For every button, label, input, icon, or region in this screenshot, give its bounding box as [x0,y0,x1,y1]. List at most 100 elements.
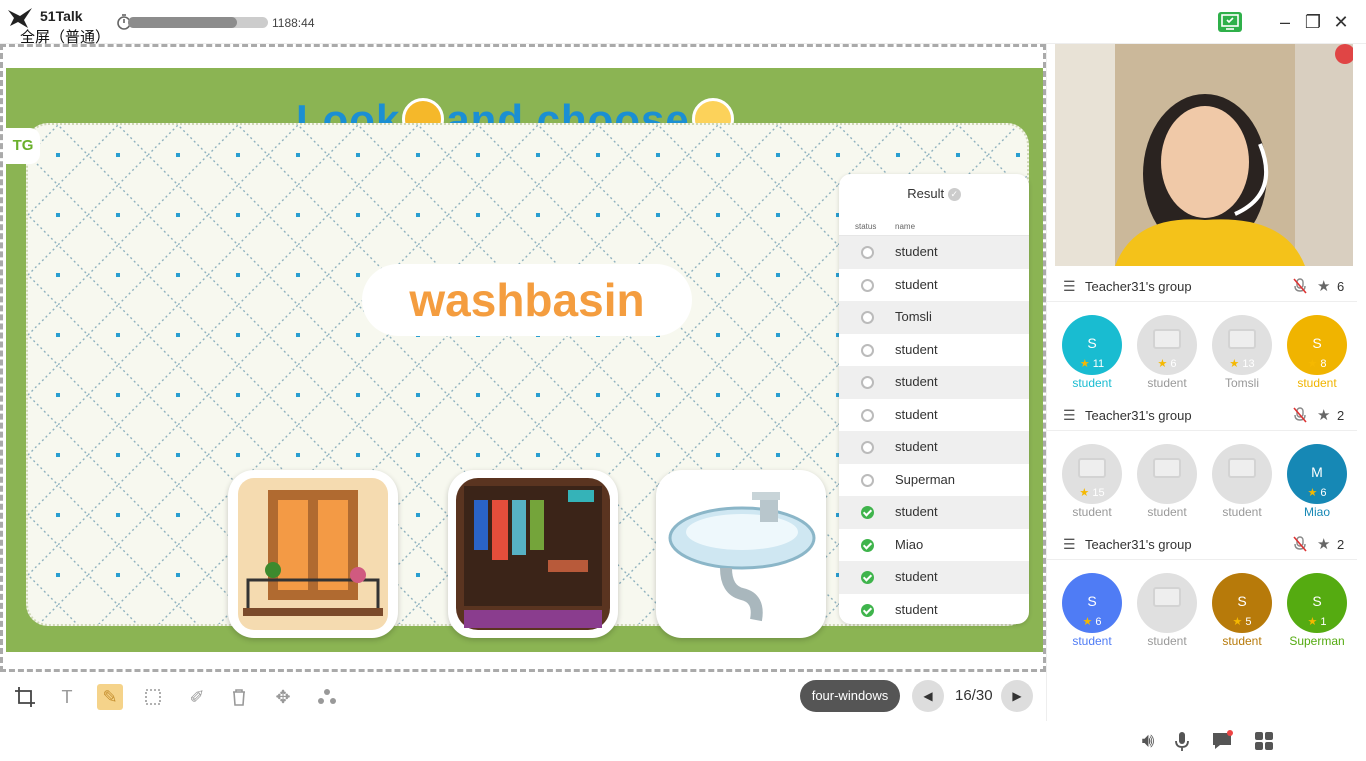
group-name: Teacher31's group [1085,537,1192,552]
balcony-image [238,478,388,630]
result-student-name: student [895,439,938,454]
student-avatar[interactable]: S ★ 1 [1287,573,1347,633]
screen-share-icon[interactable] [1218,12,1242,32]
offline-screen-icon [1153,329,1181,349]
star-icon: ★ [1079,487,1090,499]
student-name: student [1147,376,1187,390]
student-score: ★ 1 [1287,615,1347,628]
offline-screen-icon [1153,587,1181,607]
result-student-name: Tomsli [895,309,932,324]
speaker-icon[interactable]: 🔊︎ [1135,728,1161,754]
check-icon [861,506,874,519]
star-icon: ★ [1232,616,1243,628]
result-row: student [839,236,1029,269]
status-circle-icon [861,278,874,292]
student-avatar[interactable] [1137,444,1197,504]
status-circle-icon [861,311,874,324]
student-avatar[interactable] [1137,573,1197,633]
result-row: student [839,496,1029,529]
move-icon[interactable]: ✥ [270,684,296,710]
chevron-down-icon[interactable]: ✓ [947,188,961,202]
maximize-icon[interactable]: ❐ [1302,12,1324,34]
minimize-icon[interactable]: – [1274,12,1296,34]
group-icon[interactable] [314,684,340,710]
check-icon [861,538,874,552]
rectangle-icon[interactable] [140,684,166,710]
mic-muted-icon[interactable] [1293,278,1307,297]
student-avatar[interactable]: S ★ 8 [1287,315,1347,375]
elapsed-time: 1188:44 [272,16,315,30]
group-header: ☰ Teacher31's group ★ 2 [1047,530,1357,560]
student-score: ★ 8 [1287,357,1347,370]
four-windows-button[interactable]: four-windows [800,680,900,712]
result-row: student [839,594,1029,627]
menu-icon[interactable]: ☰ [1063,536,1076,553]
mic-muted-icon[interactable] [1293,407,1307,426]
close-icon[interactable]: ✕ [1330,12,1352,34]
student-avatar[interactable]: M ★ 6 [1287,444,1347,504]
student-avatar[interactable]: S ★ 6 [1062,573,1122,633]
group-name: Teacher31's group [1085,279,1192,294]
score-value: 1 [1320,616,1327,628]
student-avatar[interactable]: ★ 13 [1212,315,1272,375]
pen-icon[interactable]: ✎ [97,684,123,710]
mic-muted-icon[interactable] [1293,536,1307,555]
student-avatar[interactable]: ★ 15 [1062,444,1122,504]
result-student-name: Miao [895,536,924,552]
student-name: student [1072,505,1112,519]
star-icon: ★ [1307,616,1318,628]
washbasin-image [668,492,816,622]
star-icon: ★ [1229,358,1240,370]
student-avatar[interactable]: ★ 6 [1137,315,1197,375]
grid-icon[interactable] [1251,728,1277,754]
group-star-count: 2 [1337,537,1345,552]
result-student-name: Superman [895,471,955,487]
student-avatar[interactable] [1212,444,1272,504]
menu-icon[interactable]: ☰ [1063,278,1076,295]
result-list: student student Tomsli student student studen… [839,236,1029,626]
choice-card-washbasin[interactable] [656,470,826,638]
prev-page-button[interactable]: ◀ [912,680,944,712]
result-col-name: name [895,222,916,231]
result-row: Tomsli [839,301,1029,334]
group-header: ☰ Teacher31's group ★ 2 [1047,401,1357,431]
score-value: 13 [1242,358,1255,370]
star-icon[interactable]: ★ [1317,406,1330,424]
status-circle-icon [861,343,874,357]
choice-card-balcony[interactable] [228,470,398,638]
avatar-initial: S [1312,593,1322,609]
group-star-count: 2 [1337,408,1345,423]
tg-badge[interactable]: TG [6,128,40,164]
text-icon[interactable]: T [54,684,80,710]
avatar-initial: S [1087,593,1097,609]
star-icon[interactable]: ★ [1317,277,1330,295]
star-icon: ★ [1079,358,1090,370]
student-score: ★ 6 [1137,357,1197,370]
student-name: Superman [1289,634,1345,648]
menu-icon[interactable]: ☰ [1063,407,1076,424]
avatar-initial: S [1312,335,1322,351]
title-bar: 51Talk 全屏（普通） 1188:44 – ❐ ✕ [0,0,1366,46]
result-panel: Result ✓ status name student student Tomsl… [839,174,1029,624]
eraser-icon[interactable]: ✐ [184,684,210,710]
crop-icon[interactable] [12,684,38,710]
result-student-name: student [895,341,938,357]
score-value: 15 [1092,487,1105,499]
result-row: Superman [839,464,1029,497]
student-name: student [1072,376,1112,390]
student-avatar[interactable]: S ★ 5 [1212,573,1272,633]
trash-icon[interactable] [226,684,252,710]
status-circle-icon [861,376,874,389]
next-page-button[interactable]: ▶ [1001,680,1033,712]
star-icon: ★ [1307,358,1318,370]
star-icon[interactable]: ★ [1317,535,1330,553]
choice-card-wardrobe[interactable] [448,470,618,638]
score-value: 11 [1092,358,1105,370]
student-avatar[interactable]: S ★ 11 [1062,315,1122,375]
microphone-icon[interactable] [1169,728,1195,754]
score-value: 5 [1245,616,1252,628]
status-circle-icon [861,246,874,259]
chat-icon[interactable] [1209,728,1235,754]
result-row: student [839,431,1029,464]
result-row: student [839,269,1029,302]
